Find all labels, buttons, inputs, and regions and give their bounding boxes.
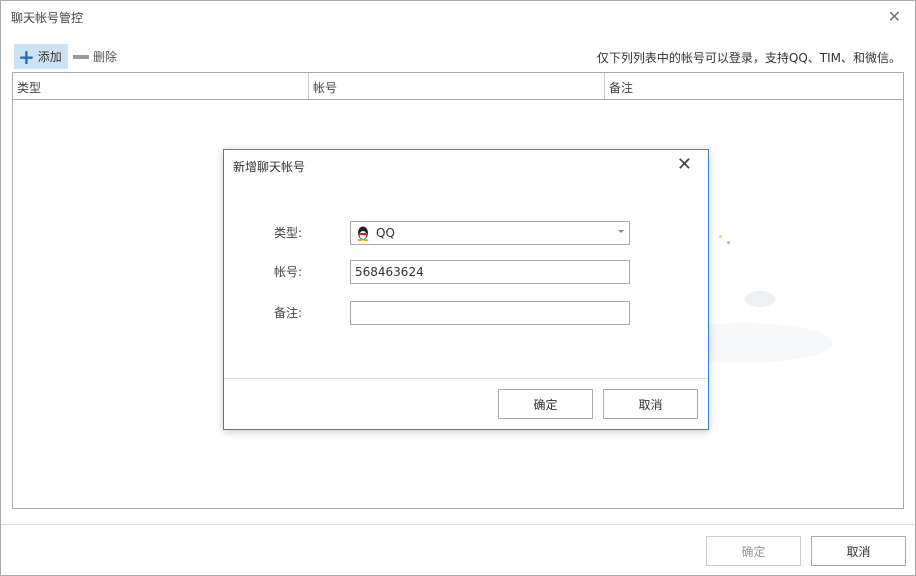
sparkle-icon <box>727 241 730 244</box>
type-select[interactable]: QQ <box>350 221 630 245</box>
delete-button[interactable]: 删除 <box>73 44 117 69</box>
sparkle-icon <box>719 235 722 238</box>
minus-icon <box>73 54 89 59</box>
type-label: 类型: <box>274 226 303 240</box>
add-label: 添加 <box>37 50 62 64</box>
account-input[interactable]: 568463624 <box>350 260 630 284</box>
table-header: 类型 帐号 备注 <box>13 73 903 100</box>
footer-divider <box>1 524 915 525</box>
column-note[interactable]: 备注 <box>605 73 903 99</box>
add-account-dialog: 新增聊天帐号 ✕ 类型: QQ 帐号: 568463624 备注: 确定 取消 <box>223 149 709 430</box>
dialog-title: 新增聊天帐号 <box>233 160 306 174</box>
type-value: QQ <box>376 226 395 240</box>
note-input[interactable] <box>350 301 630 325</box>
close-icon[interactable]: ✕ <box>888 7 901 26</box>
chevron-down-icon <box>618 230 624 233</box>
add-button[interactable]: + 添加 <box>14 44 68 69</box>
column-account[interactable]: 帐号 <box>309 73 605 99</box>
qq-penguin-icon <box>357 226 369 241</box>
ok-button[interactable]: 确定 <box>706 536 801 566</box>
delete-label: 删除 <box>93 50 118 64</box>
account-label: 帐号: <box>274 265 303 279</box>
dialog-divider <box>224 378 708 379</box>
window-title: 聊天帐号管控 <box>11 11 84 25</box>
dialog-cancel-button[interactable]: 取消 <box>603 389 698 419</box>
dialog-close-icon[interactable]: ✕ <box>677 154 692 175</box>
plus-icon: + <box>18 44 35 69</box>
dialog-ok-button[interactable]: 确定 <box>498 389 593 419</box>
hint-text: 仅下列列表中的帐号可以登录，支持QQ、TIM、和微信。 <box>596 51 901 65</box>
empty-state-cloud-icon <box>745 291 775 307</box>
column-type[interactable]: 类型 <box>13 73 309 99</box>
cancel-button[interactable]: 取消 <box>811 536 906 566</box>
note-label: 备注: <box>274 306 303 320</box>
